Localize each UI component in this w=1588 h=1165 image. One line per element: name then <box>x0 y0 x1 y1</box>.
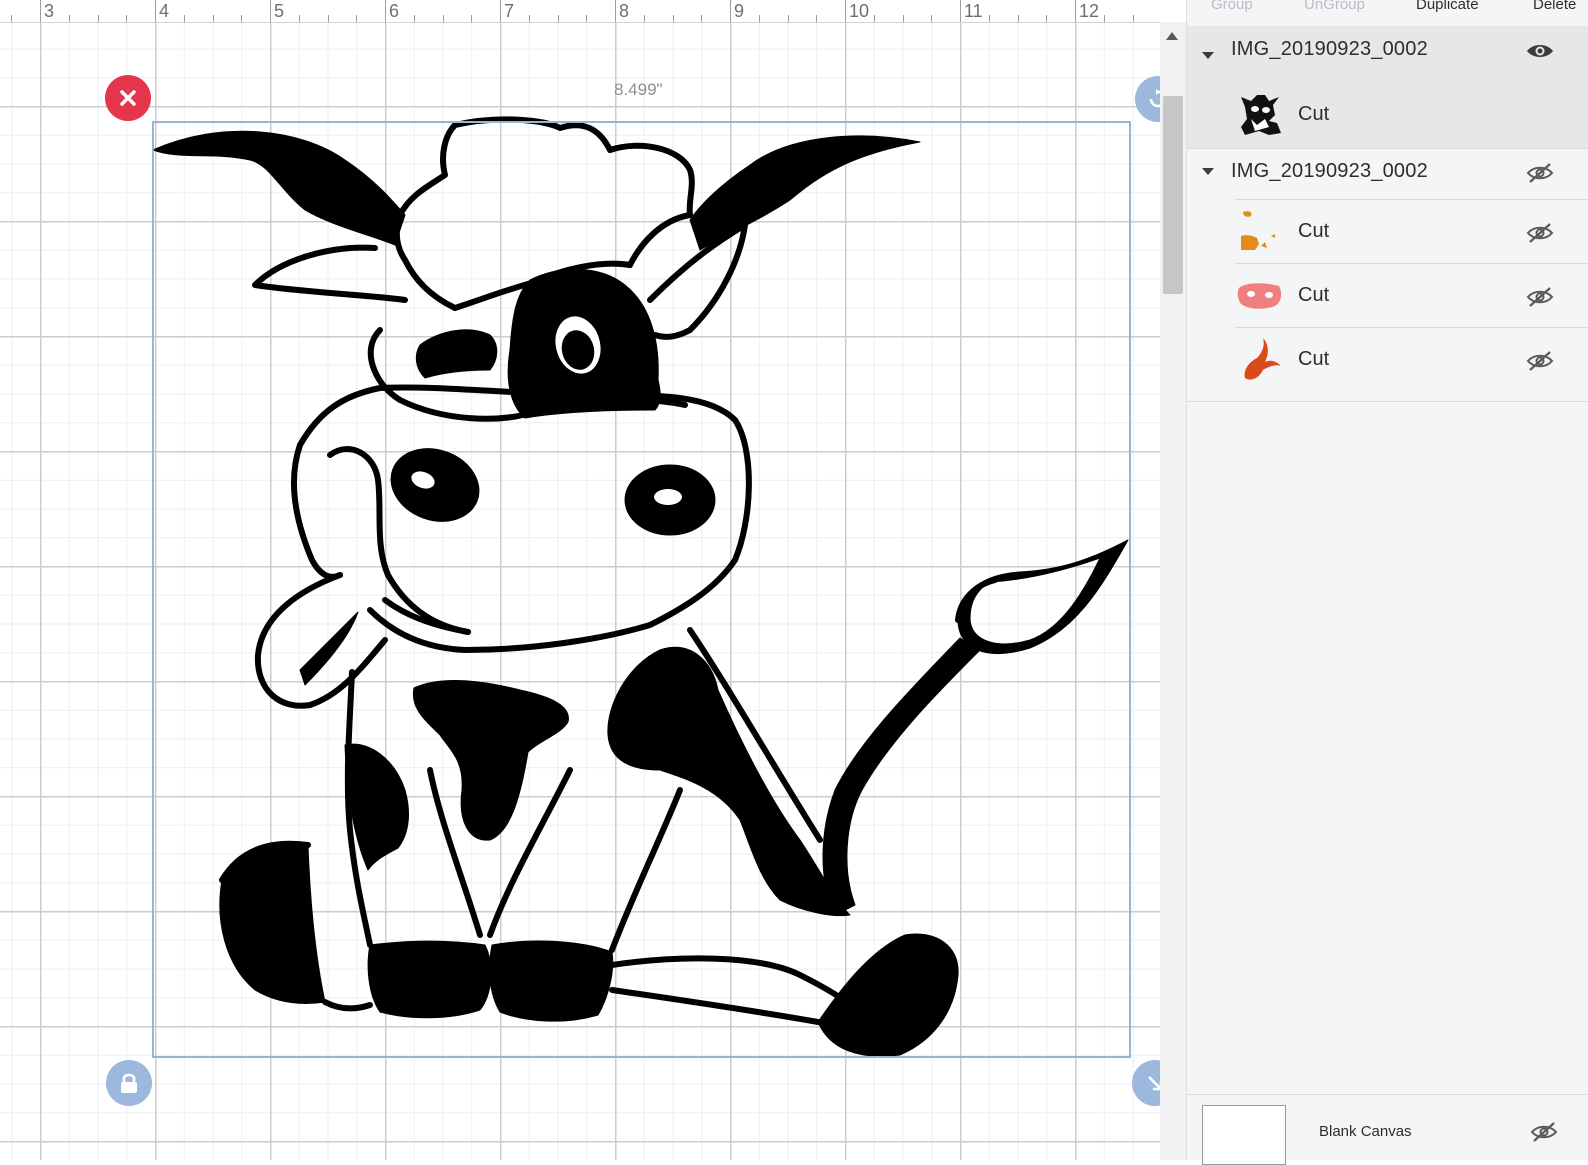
blank-canvas-row[interactable]: Blank Canvas <box>1187 1094 1588 1165</box>
layer-group-2: IMG_20190923_0002 Cut Cut Cut <box>1187 142 1588 402</box>
group-button[interactable]: Group <box>1211 0 1253 13</box>
lock-icon <box>121 1073 137 1093</box>
ruler-tick <box>1132 15 1134 22</box>
ruler-tick <box>1075 0 1076 22</box>
ruler-number: 9 <box>734 1 745 21</box>
selection-bounding-box[interactable] <box>152 121 1131 1058</box>
eye-hidden-icon[interactable] <box>1529 1121 1559 1143</box>
ruler-tick <box>1017 15 1019 22</box>
ruler-tick <box>902 15 904 22</box>
ruler-tick <box>1103 15 1105 22</box>
design-canvas[interactable]: 8.499" 3 4 5 6 7 8 9 10 11 12 <box>0 0 1160 1160</box>
ruler-tick <box>212 15 214 22</box>
ruler-tick <box>1046 15 1048 22</box>
ruler-tick <box>356 15 358 22</box>
ruler-tick <box>500 0 501 22</box>
ruler-tick <box>97 15 99 22</box>
ruler-tick <box>298 15 300 22</box>
eye-icon[interactable] <box>1525 40 1555 62</box>
layer-label: Cut <box>1298 220 1330 242</box>
close-icon <box>120 90 136 106</box>
layer-item[interactable]: Cut <box>1187 83 1588 146</box>
ruler-tick <box>471 15 473 22</box>
ruler-tick <box>155 0 156 22</box>
ruler-number: 10 <box>849 1 870 21</box>
ruler-tick <box>845 0 846 22</box>
layers-panel: Group UnGroup Duplicate Delete IMG_20190… <box>1186 0 1588 1165</box>
ruler-tick <box>758 15 760 22</box>
ruler-tick <box>557 15 559 22</box>
ruler-tick <box>40 0 41 22</box>
rotate-icon <box>1149 89 1160 108</box>
divider <box>1187 401 1588 402</box>
scrollbar-thumb[interactable] <box>1163 96 1183 294</box>
ruler-tick <box>787 15 789 22</box>
ruler-number: 12 <box>1079 1 1100 21</box>
ruler-tick <box>730 0 731 22</box>
scroll-up-arrow-icon[interactable] <box>1166 32 1178 40</box>
caret-down-icon[interactable] <box>1202 52 1214 59</box>
layer-group-header[interactable]: IMG_20190923_0002 <box>1187 26 1588 86</box>
ruler-tick <box>701 15 703 22</box>
ruler-tick <box>988 15 990 22</box>
layer-group-title: IMG_20190923_0002 <box>1231 38 1428 60</box>
layer-group-1: IMG_20190923_0002 Cut <box>1187 26 1588 148</box>
ruler-number: 5 <box>274 1 285 21</box>
eye-hidden-icon[interactable] <box>1525 162 1555 184</box>
ruler-tick <box>586 15 588 22</box>
ruler-tick <box>126 15 128 22</box>
pink-nose-thumbnail-icon <box>1237 283 1282 309</box>
layer-item[interactable]: Cut <box>1187 328 1588 391</box>
blank-canvas-swatch[interactable] <box>1202 1105 1286 1165</box>
ruler-tick <box>413 15 415 22</box>
ruler-number: 3 <box>44 1 55 21</box>
eye-hidden-icon[interactable] <box>1525 350 1555 372</box>
layer-group-title: IMG_20190923_0002 <box>1231 160 1428 182</box>
ruler-tick <box>960 0 961 22</box>
layer-label: Cut <box>1298 348 1330 370</box>
ruler-number: 7 <box>504 1 515 21</box>
eye-hidden-icon[interactable] <box>1525 286 1555 308</box>
ruler-tick <box>270 0 271 22</box>
ruler-number: 11 <box>964 1 983 21</box>
ruler-tick <box>672 15 674 22</box>
layer-label: Cut <box>1298 103 1330 125</box>
ruler-tick <box>931 15 933 22</box>
blank-canvas-label: Blank Canvas <box>1319 1123 1412 1140</box>
resize-icon <box>1148 1076 1160 1091</box>
ruler-tick <box>68 15 70 22</box>
horizontal-ruler: 3 4 5 6 7 8 9 10 11 12 <box>0 0 1160 23</box>
layer-item[interactable]: Cut <box>1187 200 1588 263</box>
layer-item[interactable]: Cut <box>1187 264 1588 327</box>
eye-hidden-icon[interactable] <box>1525 222 1555 244</box>
ruler-tick <box>615 0 616 22</box>
duplicate-button[interactable]: Duplicate <box>1416 0 1479 13</box>
layers-toolbar: Group UnGroup Duplicate Delete <box>1187 0 1588 26</box>
orange-spots-thumbnail-icon <box>1241 211 1275 250</box>
ruler-tick <box>873 15 875 22</box>
ruler-tick <box>643 15 645 22</box>
delete-handle[interactable] <box>105 75 151 121</box>
ruler-tick <box>241 15 243 22</box>
ruler-number: 6 <box>389 1 400 21</box>
cow-thumbnail-icon <box>1241 95 1281 135</box>
lock-proportions-handle[interactable] <box>106 1060 152 1106</box>
ruler-tick <box>385 0 386 22</box>
ungroup-button[interactable]: UnGroup <box>1304 0 1365 13</box>
layer-label: Cut <box>1298 284 1330 306</box>
ruler-tick <box>442 15 444 22</box>
width-dimension-label: 8.499" <box>614 80 663 99</box>
ruler-number: 8 <box>619 1 630 21</box>
ruler-tick <box>327 15 329 22</box>
caret-down-icon[interactable] <box>1202 168 1214 175</box>
ruler-tick <box>183 15 185 22</box>
ruler-tick <box>528 15 530 22</box>
ruler-number: 4 <box>159 1 170 21</box>
tongue-thumbnail-icon <box>1244 338 1281 380</box>
ruler-tick <box>11 15 13 22</box>
ruler-tick <box>816 15 818 22</box>
canvas-vertical-scrollbar[interactable] <box>1160 22 1186 1160</box>
layer-group-header[interactable]: IMG_20190923_0002 <box>1187 142 1588 202</box>
delete-button[interactable]: Delete <box>1533 0 1576 13</box>
